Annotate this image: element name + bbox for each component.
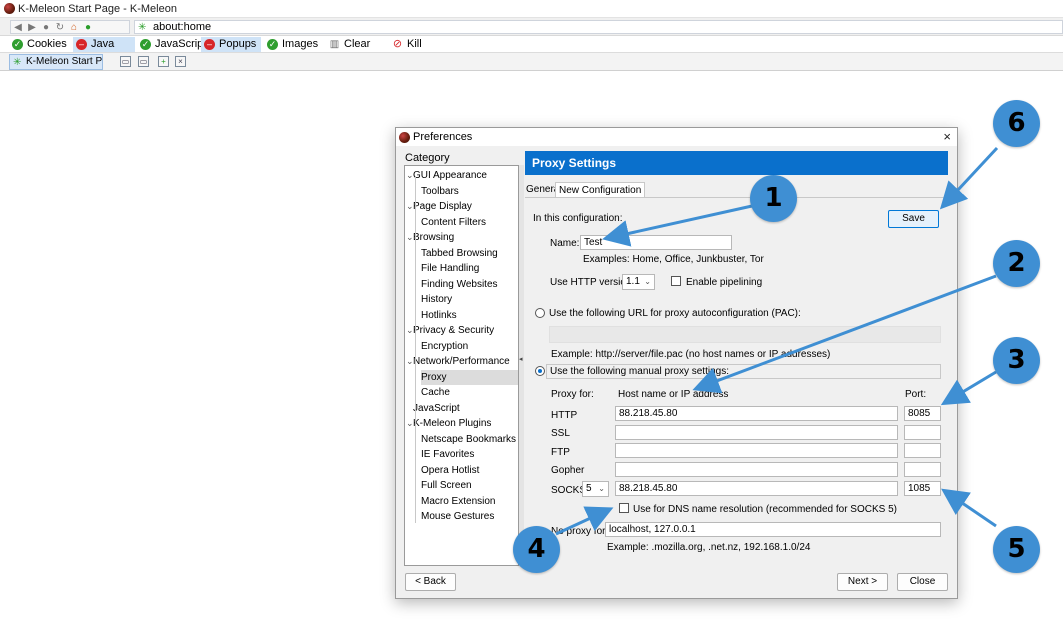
callout-3: 3	[993, 337, 1040, 384]
callout-5: 5	[993, 526, 1040, 573]
arrow-3	[940, 370, 997, 406]
arrow-2	[692, 274, 997, 394]
callout-4: 4	[513, 526, 560, 573]
callout-1: 1	[750, 175, 797, 222]
arrow-5	[941, 488, 997, 528]
arrow-6	[939, 146, 999, 210]
callout-2: 2	[993, 240, 1040, 287]
arrow-4	[555, 506, 614, 536]
arrow-1	[602, 204, 753, 247]
callout-6: 6	[993, 100, 1040, 147]
